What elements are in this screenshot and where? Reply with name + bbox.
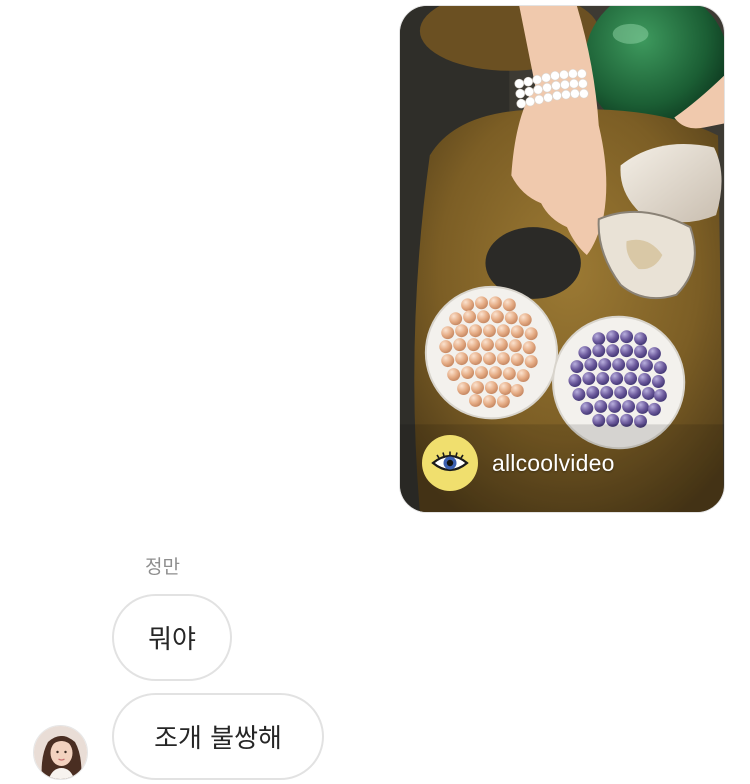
- avatar-photo: [34, 726, 87, 779]
- message-bubble[interactable]: 뭐야: [112, 594, 232, 681]
- message-bubble[interactable]: 조개 불쌍해: [112, 693, 324, 780]
- post-author[interactable]: allcoolvideo: [422, 434, 615, 492]
- author-username: allcoolvideo: [492, 449, 615, 476]
- message-text: 뭐야: [148, 625, 196, 655]
- shared-post-card[interactable]: allcoolvideo: [399, 5, 725, 513]
- message-text: 조개 불쌍해: [154, 724, 282, 754]
- eye-icon: [431, 451, 469, 472]
- sender-name: 정만: [145, 556, 180, 578]
- sender-avatar[interactable]: [33, 725, 88, 780]
- author-avatar: [422, 435, 478, 491]
